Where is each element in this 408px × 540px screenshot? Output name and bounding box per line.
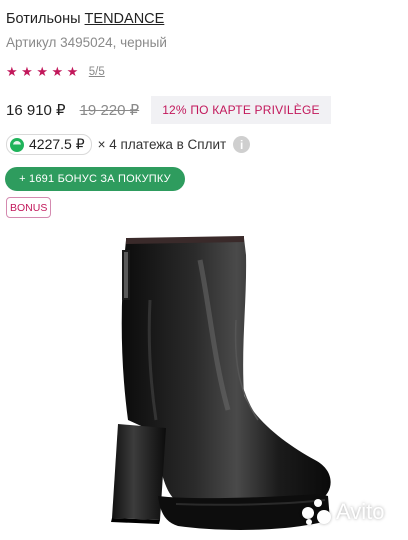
bonus-button[interactable]: + 1691 БОНУС ЗА ПОКУПКУ xyxy=(5,167,185,191)
product-type: Ботильоны xyxy=(6,11,81,27)
star-icon: ★ xyxy=(36,64,48,79)
avito-watermark: Avito xyxy=(300,499,385,525)
product-article: Артикул 3495024, черный xyxy=(6,35,167,50)
product-title: Ботильоны TENDANCE xyxy=(6,11,164,27)
privilege-discount-badge[interactable]: 12% ПО КАРТЕ PRIVILÈGE xyxy=(151,96,331,124)
old-price: 19 220 ₽ xyxy=(79,102,140,119)
brand-link[interactable]: TENDANCE xyxy=(85,11,165,27)
split-logo-icon xyxy=(10,137,24,152)
info-icon[interactable]: i xyxy=(233,136,251,153)
rating-value-link[interactable]: 5/5 xyxy=(89,66,105,78)
current-price: 16 910 ₽ xyxy=(6,102,66,119)
star-icon: ★ xyxy=(21,64,33,79)
product-image xyxy=(111,236,331,530)
split-description: × 4 платежа в Сплит xyxy=(97,137,227,152)
price-row: 16 910 ₽ 19 220 ₽ 12% ПО КАРТЕ PRIVILÈGE xyxy=(6,96,331,124)
avito-logo-icon xyxy=(300,499,332,525)
star-icon: ★ xyxy=(51,64,64,79)
star-icon: ★ xyxy=(6,64,18,79)
bonus-tag: BONUS xyxy=(6,197,52,218)
avito-watermark-text: Avito xyxy=(336,499,385,524)
star-icon: ★ xyxy=(66,64,79,79)
split-payment-row: 4227.5 ₽ × 4 платежа в Сплит i xyxy=(6,134,251,155)
split-badge[interactable]: 4227.5 ₽ xyxy=(6,134,92,155)
split-amount: 4227.5 ₽ xyxy=(29,136,85,152)
rating: ★ ★ ★ ★ ★ 5/5 xyxy=(6,65,105,79)
